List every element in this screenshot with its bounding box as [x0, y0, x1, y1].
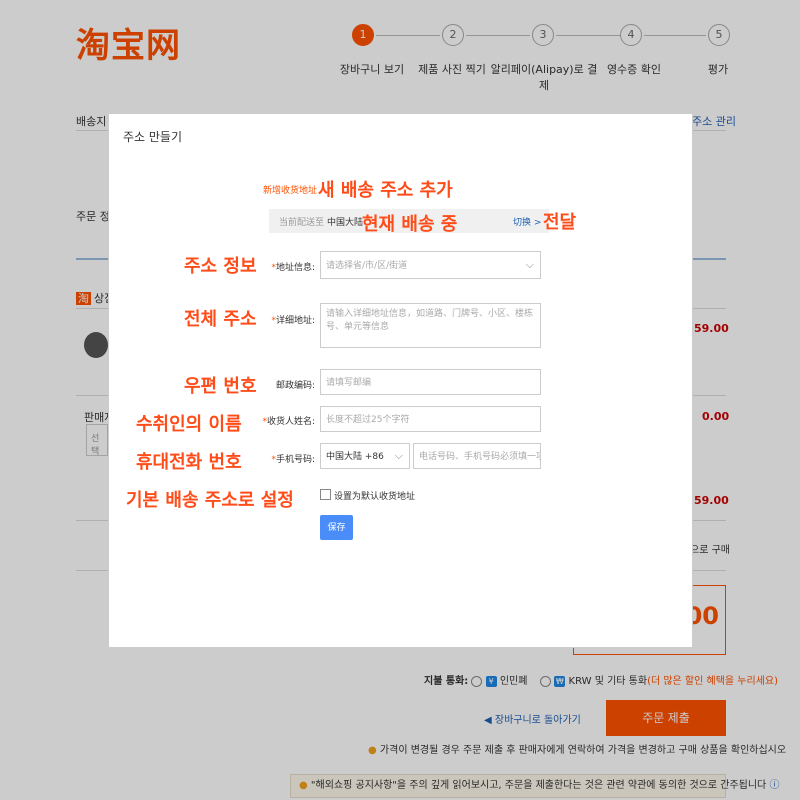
name-placeholder: 长度不超过25个字符 — [326, 415, 410, 425]
save-button[interactable]: 保存 — [320, 515, 353, 540]
phone-field-label: *手机号码: — [271, 455, 315, 465]
recipient-name-input[interactable]: 长度不超过25个字符 — [320, 406, 541, 432]
default-address-label: 设置为默认收货地址 — [334, 492, 416, 502]
phone-number-input[interactable]: 电话号码、手机号码必须填一项 — [413, 443, 541, 469]
annotation-new-address: 새 배송 주소 추가 — [318, 180, 453, 201]
current-shipping-label: 当前配送至 — [279, 218, 325, 228]
name-field-label: *收货人姓名: — [262, 417, 315, 427]
phone-country-select[interactable]: 中国大陆 +86 ⌵ — [320, 443, 410, 469]
modal-title: 주소 만들기 — [123, 130, 183, 144]
postal-field-label: 邮政编码: — [255, 378, 315, 391]
annotation-switch: 전달 — [543, 212, 577, 233]
name-label-text: 收货人姓名: — [266, 417, 315, 427]
annotation-current-shipping: 현재 배송 중 — [362, 214, 458, 235]
phone-label-text: 手机号码: — [275, 455, 315, 465]
region-placeholder: 请选择省/市/区/街道 — [326, 261, 408, 271]
phone-country-value: 中国大陆 +86 — [326, 452, 384, 462]
region-label-text: 地址信息: — [275, 263, 315, 273]
postal-label-text: 邮政编码: — [275, 381, 315, 391]
chevron-down-icon: ⌵ — [394, 449, 403, 462]
annotation-recipient-name: 수취인의 이름 — [136, 414, 242, 435]
postal-placeholder: 请填写邮编 — [326, 378, 372, 388]
phone-placeholder: 电话号码、手机号码必须填一项 — [419, 452, 541, 462]
switch-region-link[interactable]: 切换 > — [513, 215, 541, 228]
postal-code-input[interactable]: 请填写邮编 — [320, 369, 541, 395]
detail-address-textarea[interactable]: 请输入详细地址信息，如道路、门牌号、小区、楼栋号、单元等信息 — [320, 303, 541, 348]
default-address-checkbox[interactable] — [320, 489, 331, 500]
region-select[interactable]: 请选择省/市/区/街道 ⌵ — [320, 251, 541, 279]
detail-placeholder: 请输入详细地址信息，如道路、门牌号、小区、楼栋号、单元等信息 — [326, 309, 534, 332]
annotation-set-default: 기본 배송 주소로 설정 — [126, 490, 294, 511]
current-shipping-value: 中国大陆 — [327, 218, 364, 228]
detail-label-text: 详细地址: — [275, 316, 315, 326]
modal-subtitle: 新增收货地址 — [263, 186, 318, 196]
annotation-full-address: 전체 주소 — [184, 309, 257, 330]
chevron-down-icon: ⌵ — [525, 258, 534, 271]
annotation-address-info: 주소 정보 — [184, 256, 257, 277]
annotation-mobile-number: 휴대전화 번호 — [136, 452, 242, 473]
annotation-postal-code: 우편 번호 — [184, 376, 257, 397]
detail-field-label: *详细地址: — [271, 316, 315, 326]
region-field-label: *地址信息: — [271, 263, 315, 273]
